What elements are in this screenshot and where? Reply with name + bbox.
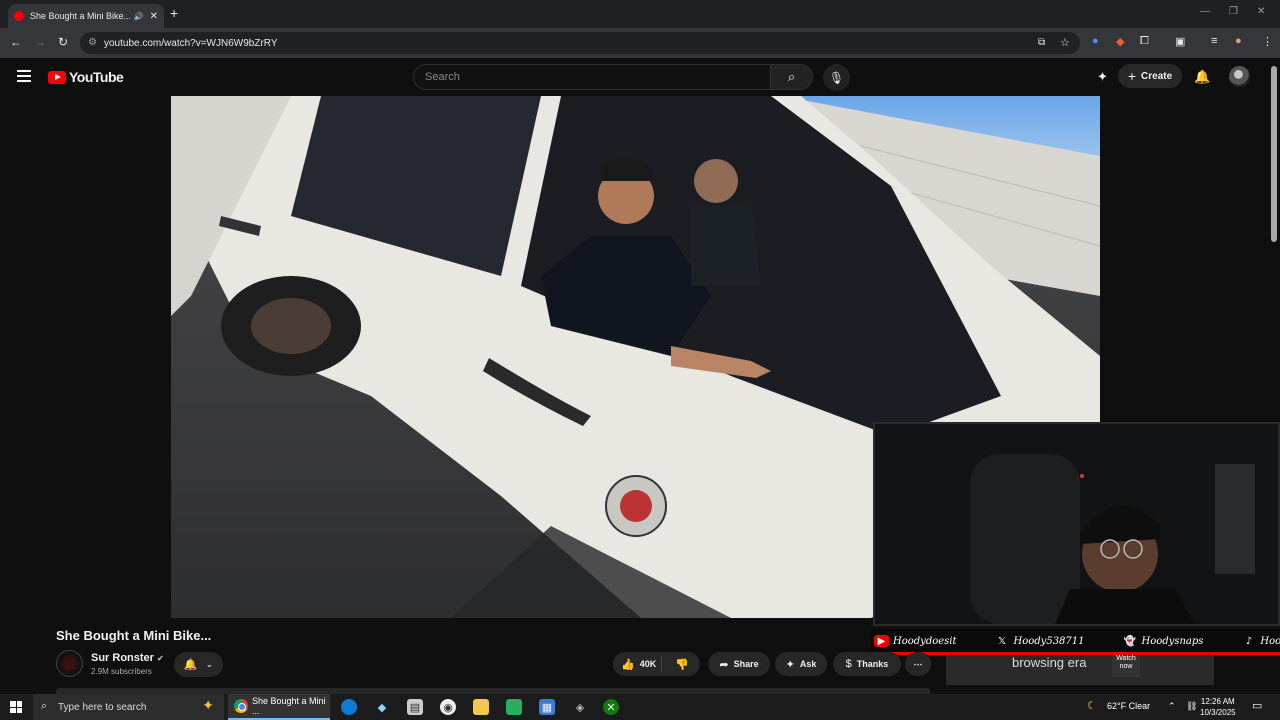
extensions-puzzle-icon[interactable]: ⧠ (1140, 35, 1149, 48)
search-input[interactable] (414, 65, 770, 89)
social-tiktok: ♪ Hoodyislive (1241, 635, 1280, 647)
forward-icon[interactable]: → (34, 35, 46, 49)
profile-avatar-icon[interactable]: ● (1235, 35, 1242, 47)
browser-menu-icon[interactable]: ⋮ (1262, 35, 1273, 48)
channel-avatar[interactable] (56, 650, 83, 677)
address-bar-row: ← → ↻ ⚙ youtube.com/watch?v=WJN6W9bZrRY … (0, 28, 1280, 58)
weather-moon-icon[interactable]: ☾ (1087, 699, 1097, 712)
bell-icon: 🔔 (183, 659, 198, 671)
back-icon[interactable]: ← (10, 35, 22, 49)
taskbar-search[interactable]: ⌕ Type here to search ✦ (33, 694, 224, 720)
notifications-icon[interactable]: ▭ (1252, 699, 1262, 712)
new-tab-icon[interactable]: + (170, 5, 184, 21)
restore-icon[interactable]: ❐ (1229, 6, 1238, 17)
minimize-icon[interactable]: — (1200, 6, 1210, 17)
network-icon[interactable]: ⛓ (1186, 701, 1197, 712)
x-icon: 𝕏 (997, 635, 1007, 647)
tiktok-icon: ♪ (1245, 635, 1253, 647)
account-avatar[interactable] (1229, 66, 1250, 87)
spreadsheet-app-icon[interactable] (506, 699, 522, 715)
reload-icon[interactable]: ↻ (58, 35, 68, 49)
windows-start-icon[interactable] (10, 701, 22, 713)
notifications-bell-icon[interactable]: 🔔 (1194, 69, 1210, 85)
subscriber-count: 2.9M subscribers (91, 667, 152, 676)
tab-title: She Bought a Mini Bike... - YouTube (30, 11, 130, 21)
social-youtube: ▶ Hoodydoesit (874, 635, 957, 647)
taskbar-chrome-window[interactable]: She Bought a Mini ... (228, 694, 330, 720)
youtube-favicon-icon (14, 11, 24, 21)
ask-sparkle-icon: ✦ (785, 658, 795, 671)
create-button[interactable]: + Create (1118, 64, 1182, 88)
search-icon: ⌕ (41, 700, 48, 712)
search-icon: ⌕ (787, 69, 796, 84)
snapchat-icon: 👻 (1123, 635, 1137, 647)
webcam-image (875, 424, 1278, 624)
chrome-icon (234, 699, 248, 713)
game-app-icon[interactable]: ◈ (572, 699, 588, 715)
notes-app-icon[interactable]: ◆ (374, 699, 390, 715)
url-omnibox[interactable]: ⚙ youtube.com/watch?v=WJN6W9bZrRY ⧉ ☆ (80, 32, 1080, 54)
subscribed-bell-button[interactable]: 🔔 ⌄ (174, 652, 223, 677)
thanks-dollar-icon: $ (845, 658, 852, 670)
extension-2-icon[interactable]: ◆ (1116, 35, 1124, 48)
youtube-header: YouTube ⌕ 🎙 ✦ +Create 🔔 (0, 58, 1280, 96)
windows-taskbar: ⌕ Type here to search ✦ She Bought a Min… (0, 694, 1280, 720)
ask-button[interactable]: ✦ Ask (775, 652, 827, 676)
video-title: She Bought a Mini Bike... (56, 628, 212, 643)
like-count[interactable]: 40K (640, 659, 657, 669)
more-horizontal-icon: ⋯ (913, 658, 923, 669)
media-control-icon[interactable]: ▣ (1175, 35, 1185, 48)
social-snapchat: 👻 Hoodysnaps (1123, 635, 1204, 647)
file-app-icon[interactable]: ▤ (407, 699, 423, 715)
file-explorer-icon[interactable] (473, 699, 489, 715)
dislike-thumb-icon[interactable]: 👎 (675, 658, 689, 671)
ai-sparkle-icon[interactable]: ✦ (1097, 69, 1108, 85)
bookmark-star-icon[interactable]: ☆ (1060, 36, 1070, 49)
thanks-button[interactable]: $ Thanks (833, 652, 901, 676)
browser-tab[interactable]: She Bought a Mini Bike... - YouTube 🔊 ✕ (8, 4, 164, 28)
page-scrollbar[interactable] (1271, 66, 1277, 242)
youtube-icon: ▶ (874, 635, 889, 647)
tray-chevron-icon[interactable]: ⌃ (1168, 701, 1176, 712)
vpn-app-icon[interactable]: ◉ (440, 699, 456, 715)
search-button[interactable]: ⌕ (770, 65, 812, 89)
reading-list-icon[interactable]: ≡ (1211, 35, 1217, 47)
xbox-icon[interactable]: ✕ (603, 699, 619, 715)
share-arrow-icon: ➦ (719, 658, 729, 671)
ad-headline: browsing era (1012, 655, 1087, 670)
youtube-play-icon (48, 70, 66, 84)
chevron-down-icon: ⌄ (205, 659, 214, 669)
search-highlight-icon: ✦ (202, 697, 214, 713)
close-window-icon[interactable]: ✕ (1257, 6, 1265, 17)
install-app-icon[interactable]: ⧉ (1038, 37, 1045, 48)
youtube-logo[interactable]: YouTube (48, 69, 124, 85)
ad-watch-button[interactable]: Watch now (1112, 655, 1140, 677)
verified-check-icon: ✔ (156, 654, 164, 663)
share-button[interactable]: ➦ Share (708, 652, 770, 676)
microphone-icon: 🎙 (828, 70, 845, 85)
like-divider (661, 656, 662, 672)
channel-name[interactable]: Sur Ronster ✔ (91, 652, 164, 664)
streamer-webcam-overlay (873, 422, 1280, 626)
edge-icon[interactable] (341, 699, 357, 715)
search-box: ⌕ (413, 64, 813, 90)
menu-hamburger-icon[interactable] (17, 70, 31, 85)
taskbar-clock[interactable]: 12:26 AM 10/3/2025 (1200, 696, 1236, 718)
audio-playing-icon[interactable]: 🔊 (134, 12, 144, 21)
store-icon[interactable]: ▦ (539, 699, 555, 715)
plus-icon: + (1127, 68, 1137, 84)
extension-1-icon[interactable]: ● (1092, 35, 1099, 47)
site-info-icon[interactable]: ⚙ (88, 37, 97, 48)
url-text: youtube.com/watch?v=WJN6W9bZrRY (104, 37, 278, 49)
like-dislike-group: 👍 40K 👎 (613, 652, 700, 676)
close-tab-icon[interactable]: ✕ (150, 11, 158, 22)
weather-text[interactable]: 62°F Clear (1107, 701, 1150, 711)
voice-search-button[interactable]: 🎙 (823, 64, 850, 91)
social-x: 𝕏 Hoody538711 (995, 635, 1085, 647)
like-thumb-icon[interactable]: 👍 (621, 658, 635, 671)
stream-socials-bar: ▶ Hoodydoesit 𝕏 Hoody538711 👻 Hoodysnaps… (870, 629, 1280, 653)
more-actions-button[interactable]: ⋯ (905, 652, 931, 676)
browser-tab-bar: She Bought a Mini Bike... - YouTube 🔊 ✕ … (0, 0, 1280, 28)
sidebar-ad-card[interactable]: browsing era Watch now (946, 655, 1214, 685)
